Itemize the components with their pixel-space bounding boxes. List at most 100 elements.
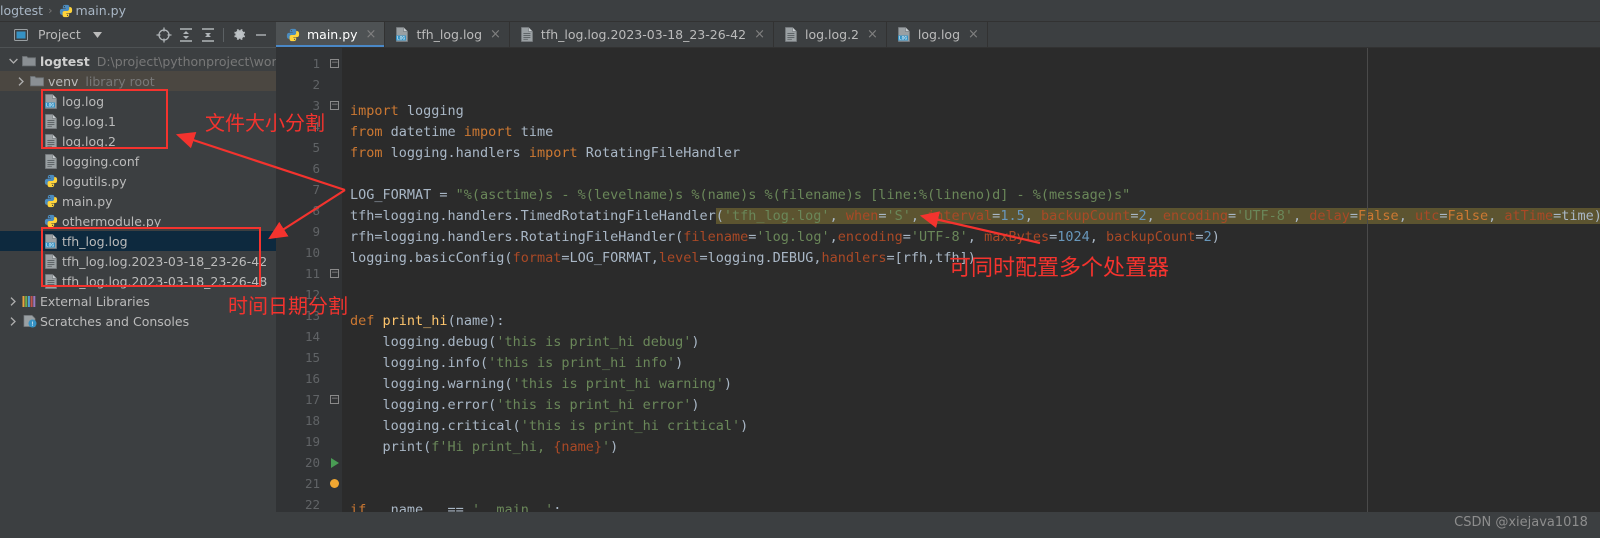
log-file-icon: LOG xyxy=(895,27,913,42)
code-line[interactable]: LOG_FORMAT = "%(asctime)s - %(levelname)… xyxy=(342,185,1600,206)
tree-item-venv[interactable]: venv library root xyxy=(0,71,276,91)
fold-gutter-row xyxy=(328,179,342,200)
line-number: 10 xyxy=(304,245,320,260)
code-line[interactable] xyxy=(342,164,1600,185)
tree-item-logtest[interactable]: logtest D:\project\pythonproject\work\ xyxy=(0,51,276,71)
text-file-icon xyxy=(42,113,60,129)
code-line[interactable]: logging.critical('this is print_hi criti… xyxy=(342,416,1600,437)
fold-gutter-row xyxy=(328,221,342,242)
code-line[interactable]: tfh=logging.handlers.TimedRotatingFileHa… xyxy=(342,206,1600,227)
code-line[interactable]: from logging.handlers import RotatingFil… xyxy=(342,143,1600,164)
code-line[interactable]: rfh=logging.handlers.RotatingFileHandler… xyxy=(342,227,1600,248)
text-file-icon xyxy=(42,273,60,289)
code-line[interactable]: def print_hi(name): xyxy=(342,311,1600,332)
line-number: 17 xyxy=(304,392,320,407)
tree-item-main-py[interactable]: main.py xyxy=(0,191,276,211)
editor-tab-tfh-log-log[interactable]: LOG tfh_log.log × xyxy=(385,22,510,47)
tree-item-label: logutils.py xyxy=(62,173,127,189)
editor-tab-label: log.log.2 xyxy=(805,27,860,42)
editor-tab-log-log[interactable]: LOG log.log × xyxy=(887,22,988,47)
line-number: 1 xyxy=(312,56,320,71)
text-file-icon xyxy=(42,253,60,269)
minimize-icon[interactable] xyxy=(250,24,272,46)
editor-tab-label: main.py xyxy=(307,27,358,42)
code-line[interactable]: logging.info('this is print_hi info') xyxy=(342,353,1600,374)
chevron-down-icon[interactable] xyxy=(6,58,20,64)
breadcrumb-project[interactable]: logtest xyxy=(0,3,43,18)
svg-text:LOG: LOG xyxy=(899,36,908,42)
editor-tab-log-log-2[interactable]: log.log.2 × xyxy=(774,22,887,47)
code-line[interactable] xyxy=(342,290,1600,311)
fold-collapse-icon[interactable]: − xyxy=(328,53,342,74)
tree-item-othermodule-py[interactable]: othermodule.py xyxy=(0,211,276,231)
log-file-icon: LOG xyxy=(42,93,60,109)
fold-collapse-icon[interactable]: − xyxy=(328,389,342,410)
tree-item-tfh-log-log-2023-03-18-23-26-42[interactable]: tfh_log.log.2023-03-18_23-26-42 xyxy=(0,251,276,271)
gear-icon[interactable] xyxy=(228,24,250,46)
chevron-right-icon[interactable] xyxy=(6,316,20,326)
python-file-icon xyxy=(42,174,60,188)
log-file-icon: LOG xyxy=(393,27,411,42)
chevron-right-icon[interactable] xyxy=(14,76,28,86)
code-line[interactable]: logging.debug('this is print_hi debug') xyxy=(342,332,1600,353)
tree-item-tfh-log-log-2023-03-18-23-26-48[interactable]: tfh_log.log.2023-03-18_23-26-48 xyxy=(0,271,276,291)
locate-target-icon[interactable] xyxy=(153,24,175,46)
editor-tab-label: tfh_log.log xyxy=(416,27,483,42)
tree-item-logutils-py[interactable]: logutils.py xyxy=(0,171,276,191)
code-line[interactable]: import logging xyxy=(342,101,1600,122)
tree-item-label: Scratches and Consoles xyxy=(40,313,190,329)
expand-all-icon[interactable] xyxy=(175,24,197,46)
tree-item-label: tfh_log.log.2023-03-18_23-26-42 xyxy=(62,253,268,269)
line-number: 16 xyxy=(304,371,320,386)
fold-gutter-row xyxy=(328,347,342,368)
intention-bulb-icon[interactable] xyxy=(328,473,342,494)
tree-item-label: log.log xyxy=(62,93,105,109)
close-icon[interactable]: × xyxy=(867,27,878,42)
code-line[interactable] xyxy=(342,458,1600,479)
editor-tab-tfh-log-log-2023-03-18-23-26-42[interactable]: tfh_log.log.2023-03-18_23-26-42 × xyxy=(510,22,774,47)
fold-collapse-icon[interactable]: − xyxy=(328,263,342,284)
code-line[interactable]: from datetime import time xyxy=(342,122,1600,143)
code-line[interactable] xyxy=(342,479,1600,500)
fold-gutter-row xyxy=(328,116,342,137)
close-icon[interactable]: × xyxy=(366,27,377,42)
collapse-all-icon[interactable] xyxy=(197,24,219,46)
code-line[interactable]: logging.warning('this is print_hi warnin… xyxy=(342,374,1600,395)
chevron-down-icon[interactable] xyxy=(87,24,109,46)
close-icon[interactable]: × xyxy=(490,27,501,42)
fold-collapse-icon[interactable]: − xyxy=(328,95,342,116)
fold-gutter-row xyxy=(328,368,342,389)
line-number: 9 xyxy=(312,224,320,239)
line-number: 15 xyxy=(304,350,320,365)
fold-gutter-row xyxy=(328,242,342,263)
breadcrumb-file[interactable]: main.py xyxy=(57,3,126,18)
folder-icon xyxy=(28,75,46,87)
python-file-icon xyxy=(42,214,60,228)
close-icon[interactable]: × xyxy=(754,27,765,42)
annotation-file-size-split: 文件大小分割 xyxy=(205,111,325,135)
editor-tab-main-py[interactable]: main.py × xyxy=(276,22,386,47)
chevron-right-icon[interactable] xyxy=(6,296,20,306)
code-line[interactable]: print(f'Hi print_hi, {name}') xyxy=(342,437,1600,458)
log-file-icon: LOG xyxy=(42,233,60,249)
editor-tab-bar[interactable]: main.py × LOG tfh_log.log × tfh_log.log.2023-… xyxy=(276,22,1600,48)
workspace: Project logtest D:\project\pythonproject… xyxy=(0,22,1600,538)
tree-item-tfh-log-log[interactable]: LOG tfh_log.log xyxy=(0,231,276,251)
annotation-multi-handlers: 可同时配置多个处置器 xyxy=(949,256,1170,281)
close-icon[interactable]: × xyxy=(968,27,979,42)
tree-item-label: External Libraries xyxy=(40,293,150,309)
text-file-icon xyxy=(42,153,60,169)
line-number: 21 xyxy=(304,476,320,491)
code-content[interactable]: import logging from datetime import time f… xyxy=(342,48,1600,538)
line-number: 20 xyxy=(304,455,320,470)
line-number: 19 xyxy=(304,434,320,449)
run-button-icon[interactable] xyxy=(328,452,342,473)
toolbar-divider xyxy=(223,27,224,42)
code-line[interactable]: logging.error('this is print_hi error') xyxy=(342,395,1600,416)
project-panel-title[interactable]: Project xyxy=(10,24,109,46)
tree-item-logging-conf[interactable]: logging.conf xyxy=(0,151,276,171)
code-editor[interactable]: 1 2 3 4 5 6 7 8 9 10 11 12 13 14 15 16 17 18 19 20 21 22 − − − −… xyxy=(276,48,1600,538)
annotation-time-date-split: 时间日期分割 xyxy=(228,294,348,318)
fold-gutter-row xyxy=(328,200,342,221)
line-number: 18 xyxy=(304,413,320,428)
